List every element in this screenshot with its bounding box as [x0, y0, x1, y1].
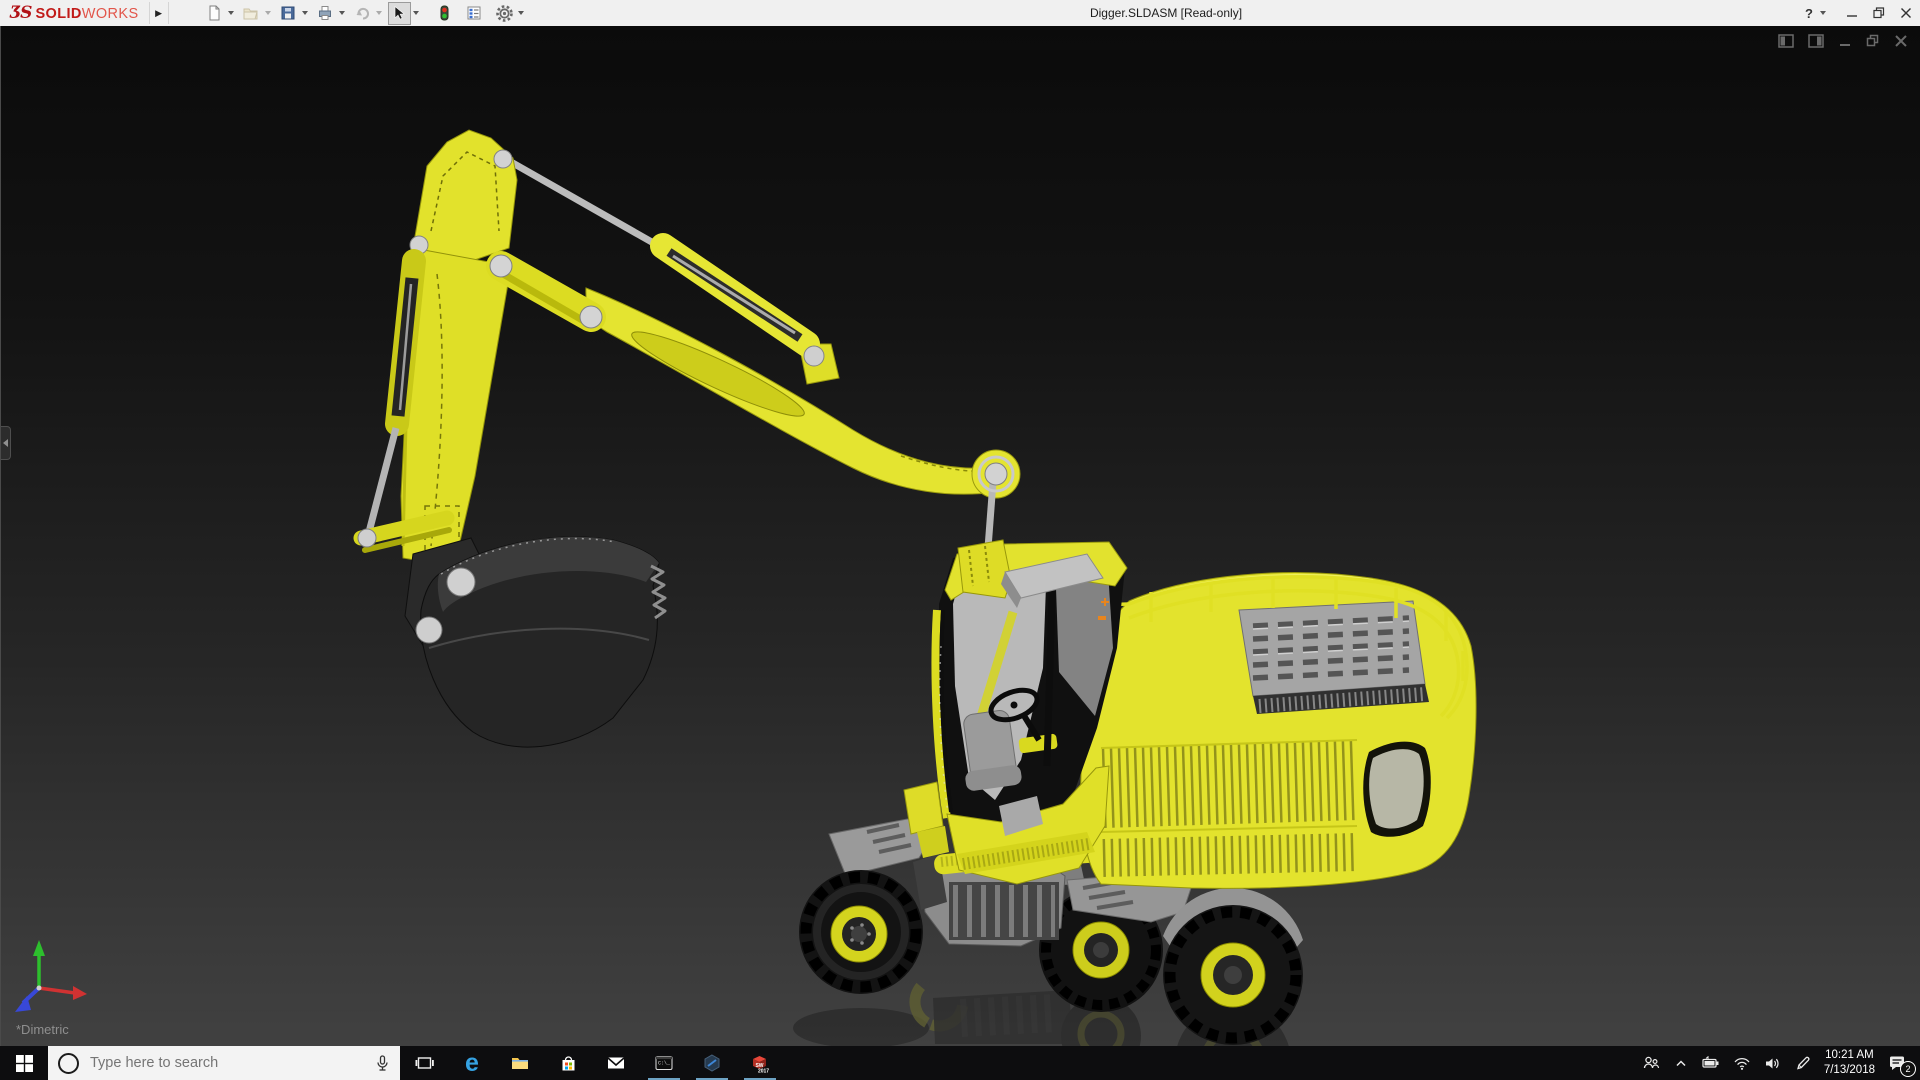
solidworks-logo: ƷS SOLID WORKS — [0, 3, 139, 23]
brand-solid: SOLID — [35, 6, 82, 22]
help-dropdown[interactable] — [1820, 11, 1826, 15]
brand-works: WORKS — [81, 6, 139, 22]
task-view-icon — [415, 1057, 434, 1069]
people-icon[interactable] — [1642, 1055, 1660, 1071]
close-document-icon[interactable] — [1894, 34, 1908, 48]
taskbar-app-store[interactable] — [544, 1046, 592, 1080]
restore-document-icon[interactable] — [1866, 34, 1880, 48]
y-axis-arrow — [33, 940, 45, 956]
feature-manager-collapsed-tab[interactable] — [1, 426, 11, 460]
command-prompt-icon: C:\_ — [655, 1056, 673, 1070]
bucket-assembly[interactable] — [404, 536, 667, 748]
file-properties-button[interactable] — [463, 2, 486, 25]
new-document-button[interactable] — [203, 2, 226, 25]
engine-grille — [1238, 600, 1429, 714]
document-title: Digger.SLDASM [Read-only] — [1089, 6, 1243, 20]
taskbar-app-solidworks-composer[interactable] — [688, 1046, 736, 1080]
title-bar: ƷS SOLID WORKS ▶ Digger.SLDASM [Read-onl… — [0, 0, 1920, 26]
mail-icon — [607, 1057, 625, 1069]
composer-hexagon-icon — [704, 1054, 720, 1072]
hidden-icons-chevron[interactable] — [1673, 1056, 1689, 1070]
x-axis-arrow — [73, 986, 87, 1000]
system-tray: 10:21 AM 7/13/2018 2 — [1642, 1048, 1920, 1078]
new-document-dropdown[interactable] — [227, 11, 234, 15]
print-button[interactable] — [314, 2, 337, 25]
orientation-triad — [15, 940, 87, 1012]
open-button[interactable] — [240, 2, 263, 25]
select-tool-dropdown[interactable] — [412, 11, 419, 15]
undo-dropdown[interactable] — [375, 11, 382, 15]
bucket-pin-lower — [415, 616, 443, 644]
plate-pin-top — [493, 149, 513, 169]
dassault-logo-icon: ƷS — [10, 3, 32, 23]
print-dropdown[interactable] — [338, 11, 345, 15]
help-icon[interactable]: ? — [1805, 6, 1813, 21]
taskbar-app-file-explorer[interactable] — [496, 1046, 544, 1080]
taskbar-search-box[interactable] — [48, 1046, 400, 1080]
svg-text:2017: 2017 — [758, 1068, 769, 1073]
svg-text:C:\_: C:\_ — [658, 1061, 671, 1067]
rear-window-glass — [1369, 749, 1424, 829]
graphics-viewport[interactable]: *Dimetric — [0, 26, 1920, 1080]
menu-flyout-arrow[interactable]: ▶ — [148, 2, 169, 24]
link-rod — [509, 158, 659, 249]
rebuild-traffic-light-button[interactable] — [433, 2, 456, 25]
clock-time: 10:21 AM — [1825, 1049, 1874, 1062]
taskbar-app-edge[interactable]: e — [448, 1046, 496, 1080]
restore-icon[interactable] — [1873, 7, 1885, 19]
open-dropdown[interactable] — [264, 11, 271, 15]
document-window-controls — [1778, 34, 1908, 48]
start-button[interactable] — [0, 1046, 48, 1080]
search-input[interactable] — [88, 1054, 366, 1072]
front-left-wheel — [799, 870, 923, 994]
excavator-model[interactable] — [1, 26, 1920, 1080]
battery-icon[interactable] — [1702, 1056, 1720, 1070]
body-house[interactable] — [1064, 572, 1477, 889]
taskbar-clock[interactable]: 10:21 AM 7/13/2018 — [1824, 1048, 1875, 1078]
notification-count-badge: 2 — [1900, 1061, 1916, 1077]
select-tool-button[interactable] — [387, 1, 411, 25]
minimize-document-icon[interactable] — [1838, 34, 1852, 48]
close-icon[interactable] — [1900, 7, 1912, 19]
solidworks-2017-icon: SW 2017 — [753, 1055, 769, 1073]
volume-icon[interactable] — [1764, 1056, 1782, 1071]
taskbar-app-mail[interactable] — [592, 1046, 640, 1080]
save-button[interactable] — [277, 2, 300, 25]
options-dropdown[interactable] — [517, 11, 524, 15]
microsoft-store-icon — [562, 1055, 574, 1070]
chevron-left-icon — [3, 439, 8, 447]
view-orientation-label: *Dimetric — [16, 1022, 69, 1037]
wifi-icon[interactable] — [1733, 1056, 1751, 1070]
boom-pin — [984, 462, 1008, 486]
microphone-icon[interactable] — [375, 1054, 390, 1072]
taskbar-app-solidworks-2017[interactable]: SW 2017 — [736, 1046, 784, 1080]
action-center-button[interactable]: 2 — [1888, 1054, 1916, 1077]
window-controls: ? — [1805, 0, 1912, 26]
minimize-icon[interactable] — [1846, 7, 1858, 19]
taskbar-app-command-prompt[interactable]: C:\_ — [640, 1046, 688, 1080]
edge-icon: e — [465, 1048, 479, 1077]
rear-right-wheel — [1163, 905, 1303, 1045]
windows-logo-icon — [15, 1054, 33, 1072]
file-explorer-icon — [512, 1058, 528, 1069]
options-gear-button[interactable] — [493, 2, 516, 25]
rocker-link — [486, 251, 606, 332]
save-dropdown[interactable] — [301, 11, 308, 15]
clock-date: 7/13/2018 — [1823, 1064, 1875, 1076]
boom-assembly[interactable] — [509, 158, 1021, 549]
windows-ink-icon[interactable] — [1795, 1055, 1811, 1071]
bucket-pin-upper — [446, 567, 476, 597]
pane-left-icon[interactable] — [1778, 34, 1794, 48]
undo-button[interactable] — [351, 2, 374, 25]
windows-taskbar: e C:\_ SW 2017 10:21 AM 7/13/2018 — [0, 1046, 1920, 1080]
pane-right-icon[interactable] — [1808, 34, 1824, 48]
quick-access-toolbar — [203, 1, 529, 25]
cortana-icon — [58, 1052, 79, 1074]
task-view-button[interactable] — [400, 1046, 448, 1080]
cab[interactable] — [903, 539, 1128, 885]
